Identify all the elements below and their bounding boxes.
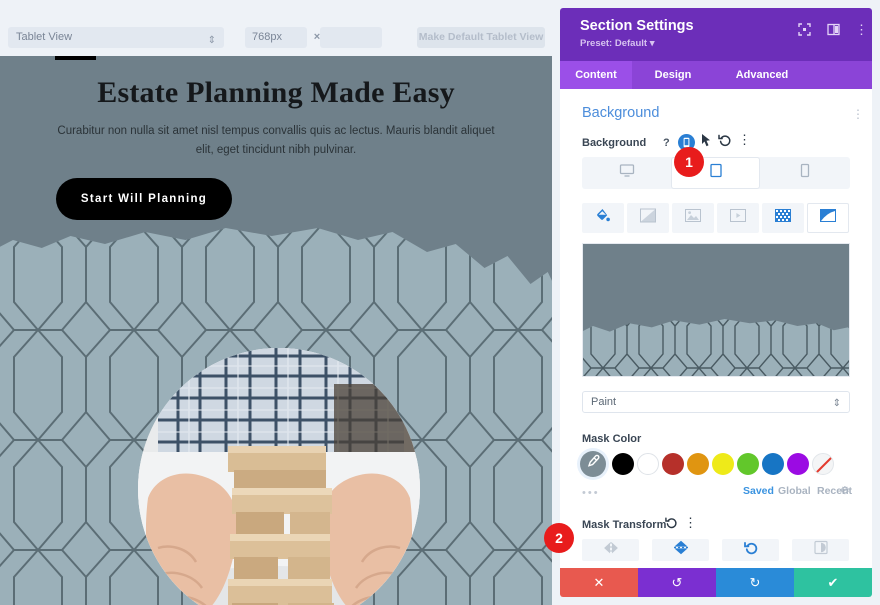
rotate-icon [743, 541, 758, 560]
hero-heading: Estate Planning Made Easy [97, 76, 455, 109]
flip-vertical-button[interactable] [652, 539, 709, 561]
mask-style-select[interactable]: Paint ⇕ [582, 391, 850, 413]
mask-transform-buttons [582, 539, 850, 561]
make-default-tablet-view-button[interactable]: Make Default Tablet View [417, 27, 545, 48]
background-section-title[interactable]: Background [582, 105, 659, 121]
mask-transform-label: Mask Transform [582, 519, 667, 531]
swatch-white[interactable] [637, 453, 659, 475]
mask-transform-reset-icon[interactable] [665, 516, 678, 532]
palette-tab-saved[interactable]: Saved [743, 485, 774, 497]
video-icon [730, 209, 746, 227]
chevron-updown-icon: ⇕ [207, 35, 216, 46]
tab-advanced[interactable]: Advanced [714, 61, 810, 89]
viewport-width-input[interactable]: 768px [245, 27, 307, 48]
tab-design[interactable]: Design [632, 61, 714, 89]
flip-vertical-icon [673, 540, 688, 560]
bg-type-mask-button[interactable] [807, 203, 849, 233]
panel-preset-selector[interactable]: Preset: Default ▾ [580, 38, 654, 49]
swatch-green[interactable] [737, 453, 759, 475]
bg-type-pattern-button[interactable] [762, 203, 804, 233]
hero-paragraph: Curabitur non nulla sit amet nisl tempus… [57, 125, 495, 156]
responsive-device-toggle [582, 157, 850, 189]
pattern-icon [775, 209, 791, 227]
section-handle-tab[interactable] [55, 56, 96, 60]
flip-horizontal-icon [603, 541, 619, 559]
mask-color-label: Mask Color [582, 433, 642, 445]
viewport-width-value: 768px [252, 31, 282, 43]
reset-icon[interactable] [718, 133, 732, 150]
more-colors-button[interactable]: ••• [582, 487, 600, 499]
chevron-updown-icon: ⇕ [832, 398, 841, 409]
undo-button[interactable]: ↺ [638, 568, 716, 597]
rotate-button[interactable] [722, 539, 779, 561]
mask-icon [820, 209, 836, 227]
phone-icon [801, 163, 810, 183]
device-desktop-button[interactable] [582, 157, 671, 189]
background-preview [582, 243, 850, 377]
preview-mask-shape [583, 319, 849, 376]
panel-header: Section Settings Preset: Default ▾ ⋮ [560, 8, 872, 61]
swatch-black[interactable] [612, 453, 634, 475]
background-section-kebab-icon[interactable]: ⋮ [852, 107, 864, 121]
mask-style-value: Paint [591, 396, 617, 408]
eyedropper-icon [586, 454, 600, 474]
background-type-toggle [582, 203, 850, 233]
chevron-down-icon: ▾ [649, 38, 655, 49]
viewport-device-select[interactable]: Tablet View ⇕ [8, 27, 224, 48]
callout-badge-1: 1 [674, 147, 704, 177]
viewport-device-label: Tablet View [16, 31, 73, 43]
redo-button[interactable]: ↻ [716, 568, 794, 597]
tablet-icon [709, 163, 722, 183]
panel-kebab-icon[interactable]: ⋮ [855, 23, 868, 36]
flip-horizontal-button[interactable] [582, 539, 639, 561]
callout-badge-2: 2 [544, 523, 574, 553]
bg-type-video-button[interactable] [717, 203, 759, 233]
mask-color-swatches [580, 451, 852, 479]
viewport-height-input[interactable] [320, 27, 382, 48]
desktop-icon [619, 164, 634, 182]
bg-type-color-button[interactable] [582, 203, 624, 233]
save-button[interactable]: ✔ [794, 568, 872, 597]
gear-icon[interactable]: ⚙ [840, 484, 850, 497]
editor-canvas: Tablet View ⇕ 768px × Make Default Table… [0, 0, 552, 605]
panel-action-bar: ✕ ↺ ↻ ✔ [560, 568, 872, 597]
bg-type-image-button[interactable] [672, 203, 714, 233]
panel-body: Background ⋮ Background ? ⋮ Paint ⇕ Mask… [560, 89, 872, 568]
layout-columns-icon[interactable] [827, 23, 840, 41]
swatch-purple[interactable] [787, 453, 809, 475]
color-picker-button[interactable] [580, 451, 606, 477]
swatch-transparent[interactable] [812, 453, 834, 475]
paint-bucket-icon [596, 208, 611, 228]
help-icon[interactable]: ? [663, 137, 670, 149]
section-settings-panel: Section Settings Preset: Default ▾ ⋮ Con… [552, 0, 880, 605]
tab-content[interactable]: Content [560, 61, 632, 89]
mask-transform-kebab-icon[interactable]: ⋮ [684, 516, 697, 529]
discard-button[interactable]: ✕ [560, 568, 638, 597]
panel-tab-bar: Content Design Advanced [560, 61, 872, 89]
page-preview: Estate Planning Made Easy Curabitur non … [0, 56, 552, 605]
background-row-label: Background [582, 137, 647, 149]
viewport-toolbar: Tablet View ⇕ 768px × Make Default Table… [0, 0, 552, 56]
swatch-yellow[interactable] [712, 453, 734, 475]
hero-cta-button[interactable]: Start Will Planning [56, 178, 232, 220]
bg-type-gradient-button[interactable] [627, 203, 669, 233]
swatch-dark-red[interactable] [662, 453, 684, 475]
expand-icon[interactable] [798, 23, 811, 41]
swatch-orange[interactable] [687, 453, 709, 475]
preview-hexagon-pattern-icon [583, 319, 849, 376]
gradient-icon [640, 208, 656, 228]
swatch-blue[interactable] [762, 453, 784, 475]
invert-button[interactable] [792, 539, 849, 561]
image-icon [685, 209, 701, 227]
palette-tab-global[interactable]: Global [778, 485, 811, 497]
panel-title: Section Settings [580, 18, 694, 34]
device-phone-button[interactable] [761, 157, 850, 189]
background-kebab-icon[interactable]: ⋮ [738, 133, 751, 146]
invert-icon [813, 540, 828, 560]
hover-cursor-icon[interactable] [701, 134, 712, 151]
